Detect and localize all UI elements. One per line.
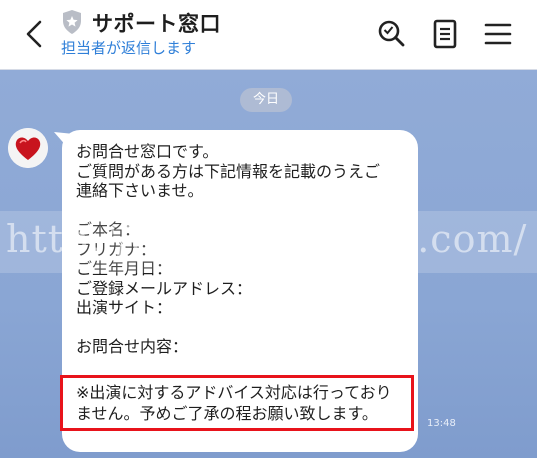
menu-icon[interactable]	[481, 17, 515, 51]
heart-icon	[8, 128, 48, 168]
notes-icon[interactable]	[428, 17, 462, 51]
message-time: 13:48	[427, 418, 456, 429]
watermark: http://chatlady.rei35.com/	[0, 211, 537, 273]
watermark-text: http://chatlady.rei35.com/	[6, 217, 528, 261]
search-icon[interactable]	[375, 17, 409, 51]
chat-header: サポート窓口 担当者が返信します	[0, 0, 537, 70]
chat-title: サポート窓口	[92, 12, 221, 36]
chat-subtitle: 担当者が返信します	[61, 39, 197, 57]
message-notice: ※出演に対するアドバイス対応は行っており ません。予めご了承の程お願い致します。	[76, 383, 392, 423]
back-arrow-icon[interactable]	[20, 16, 50, 52]
avatar[interactable]	[8, 128, 48, 168]
chat-area[interactable]: 今日 お問合せ窓口です。 ご質問がある方は下記情報を記載のうえご 連絡下さいませ…	[0, 70, 537, 458]
shield-badge-icon	[63, 10, 81, 34]
date-label: 今日	[240, 88, 292, 112]
